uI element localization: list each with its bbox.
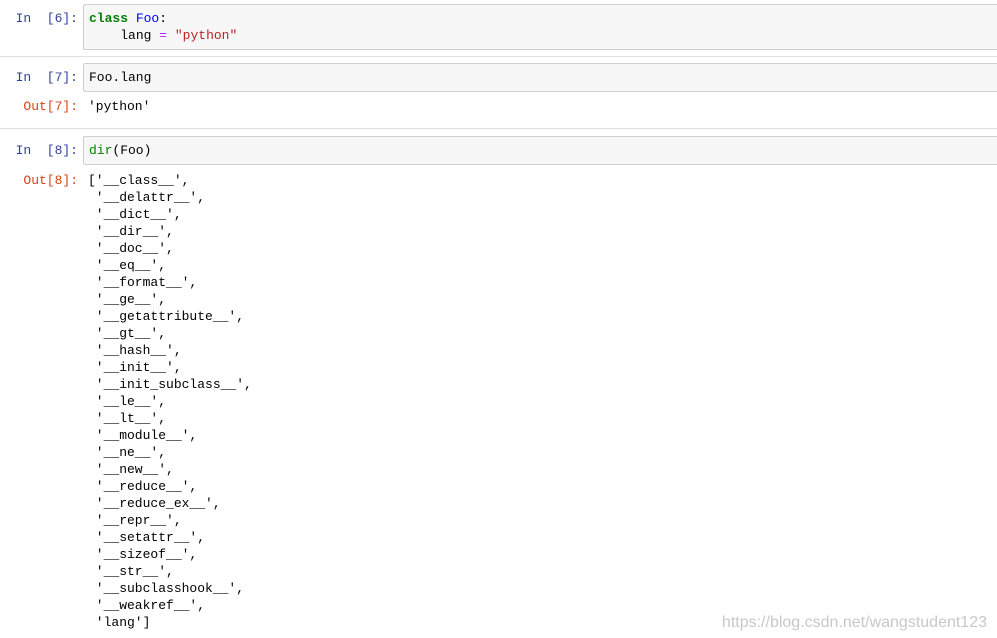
output-line: '__init__', xyxy=(88,360,182,375)
string-literal: "python" xyxy=(174,28,238,43)
keyword-class: class xyxy=(89,11,129,26)
code-editor[interactable]: class Foo: lang = "python" xyxy=(83,4,997,50)
output-list: ['__class__', '__delattr__', '__dict__',… xyxy=(88,172,997,631)
output-text: 'python' xyxy=(88,99,151,114)
attribute-name: lang xyxy=(120,28,152,43)
notebook: In [6]: class Foo: lang = "python" In [7… xyxy=(0,0,997,638)
output-line: '__lt__', xyxy=(88,411,167,426)
output-line: '__doc__', xyxy=(88,241,174,256)
output-line: '__setattr__', xyxy=(88,530,206,545)
output-line: '__module__', xyxy=(88,428,198,443)
input-prompt: In [6]: xyxy=(15,11,78,26)
output-line: '__eq__', xyxy=(88,258,167,273)
code-args: (Foo) xyxy=(112,143,152,158)
output-line: '__init_subclass__', xyxy=(88,377,252,392)
output-line: '__ne__', xyxy=(88,445,167,460)
output-line: '__dir__', xyxy=(88,224,174,239)
output-line: '__ge__', xyxy=(88,292,167,307)
code-text: Foo.lang xyxy=(89,70,152,85)
code-editor[interactable]: Foo.lang xyxy=(83,63,997,92)
output-prompt: Out[8]: xyxy=(23,173,78,188)
builtin-function: dir xyxy=(89,143,113,158)
output-line: '__hash__', xyxy=(88,343,182,358)
output-line: '__repr__', xyxy=(88,513,182,528)
colon: : xyxy=(159,11,168,26)
cell-separator xyxy=(0,56,997,57)
watermark: https://blog.csdn.net/wangstudent123 xyxy=(721,614,987,631)
input-prompt: In [8]: xyxy=(15,143,78,158)
output-line: '__delattr__', xyxy=(88,190,206,205)
output-line: '__subclasshook__', xyxy=(88,581,245,596)
output-line: '__str__', xyxy=(88,564,174,579)
output-line: '__new__', xyxy=(88,462,174,477)
cell-separator xyxy=(0,128,997,129)
output-line: '__reduce__', xyxy=(88,479,198,494)
output-line: '__dict__', xyxy=(88,207,182,222)
output-line: '__le__', xyxy=(88,394,167,409)
input-prompt: In [7]: xyxy=(15,70,78,85)
output-line: '__format__', xyxy=(88,275,198,290)
output-line: '__gt__', xyxy=(88,326,167,341)
class-name: Foo xyxy=(135,11,160,26)
output-line: '__weakref__', xyxy=(88,598,206,613)
output-line: ['__class__', xyxy=(88,173,190,188)
output-line: '__sizeof__', xyxy=(88,547,198,562)
output-prompt: Out[7]: xyxy=(23,99,78,114)
assign-operator: = xyxy=(159,28,168,43)
code-editor[interactable]: dir(Foo) xyxy=(83,136,997,165)
output-line: '__reduce_ex__', xyxy=(88,496,221,511)
output-line: '__getattribute__', xyxy=(88,309,245,324)
